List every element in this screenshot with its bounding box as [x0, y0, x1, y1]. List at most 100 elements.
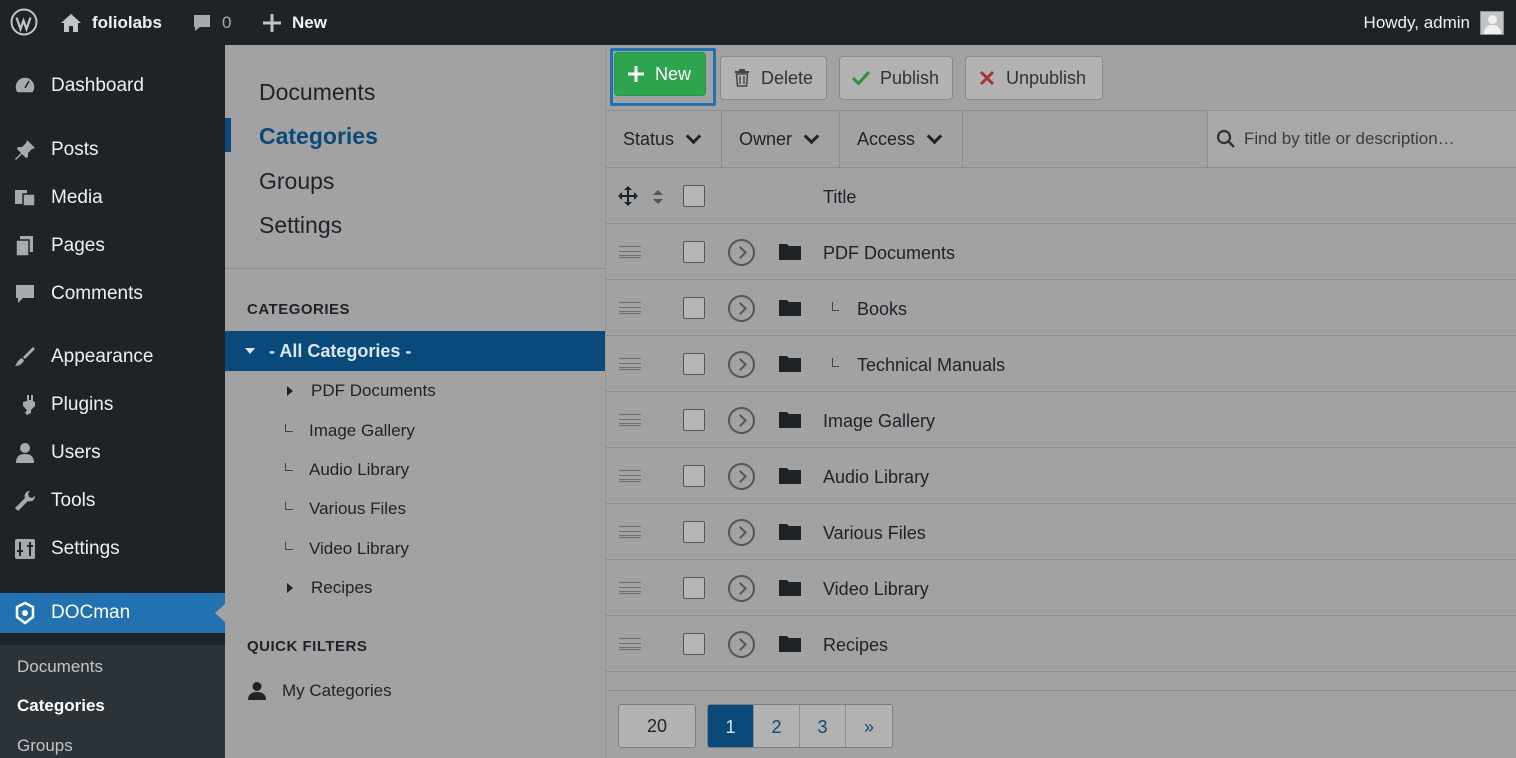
- table-row[interactable]: Audio Library: [606, 448, 1516, 504]
- page-1[interactable]: 1: [708, 705, 754, 747]
- menu-item-media[interactable]: Media: [0, 178, 225, 218]
- docman-icon: [12, 600, 38, 626]
- table-row[interactable]: PDF Documents: [606, 224, 1516, 280]
- chevron-right-circle-icon[interactable]: [728, 519, 755, 546]
- row-title[interactable]: Recipes: [823, 635, 888, 656]
- tree-item-recipes[interactable]: Recipes: [285, 578, 372, 598]
- menu-item-tools[interactable]: Tools: [0, 481, 225, 521]
- title-column-header[interactable]: Title: [823, 187, 856, 208]
- drag-handle-icon[interactable]: [619, 302, 641, 314]
- tree-all-categories[interactable]: - All Categories -: [225, 331, 605, 371]
- drag-handle-icon[interactable]: [619, 582, 641, 594]
- drag-handle-icon[interactable]: [619, 358, 641, 370]
- row-checkbox[interactable]: [683, 297, 705, 319]
- home-icon: [61, 13, 81, 32]
- row-checkbox[interactable]: [683, 577, 705, 599]
- comments-link[interactable]: 0: [192, 0, 231, 45]
- toolbar: New Delete Publish Unpublish: [606, 45, 1516, 111]
- account-menu[interactable]: Howdy, admin: [1364, 0, 1504, 45]
- drag-handle-icon[interactable]: [619, 414, 641, 426]
- row-title[interactable]: Image Gallery: [823, 411, 935, 432]
- select-all-checkbox[interactable]: [683, 185, 705, 207]
- table-row[interactable]: Image Gallery: [606, 392, 1516, 448]
- menu-item-pages[interactable]: Pages: [0, 226, 225, 266]
- caret-right-icon[interactable]: [287, 583, 293, 593]
- publish-button[interactable]: Publish: [839, 56, 953, 100]
- new-content-link[interactable]: New: [262, 0, 327, 45]
- owner-filter-label: Owner: [739, 128, 793, 149]
- status-filter[interactable]: Status: [606, 111, 722, 167]
- table-row[interactable]: Various Files: [606, 504, 1516, 560]
- drag-handle-icon[interactable]: [619, 638, 641, 650]
- row-title[interactable]: Various Files: [823, 523, 926, 544]
- menu-item-dashboard[interactable]: Dashboard: [0, 66, 225, 106]
- row-checkbox[interactable]: [683, 353, 705, 375]
- nav-groups[interactable]: Groups: [259, 168, 334, 195]
- drag-handle-icon[interactable]: [619, 526, 641, 538]
- row-title[interactable]: Audio Library: [823, 467, 929, 488]
- wordpress-logo-icon[interactable]: [10, 8, 38, 36]
- tree-item-pdf-documents[interactable]: PDF Documents: [285, 381, 436, 401]
- page-next[interactable]: »: [846, 705, 892, 747]
- page-3[interactable]: 3: [800, 705, 846, 747]
- new-button[interactable]: New: [614, 52, 706, 96]
- submenu-categories[interactable]: Categories: [17, 696, 105, 716]
- tree-item-video-library[interactable]: Video Library: [285, 539, 409, 559]
- caret-down-icon[interactable]: [245, 348, 255, 354]
- row-title[interactable]: PDF Documents: [823, 243, 955, 264]
- per-page-select[interactable]: 20: [618, 704, 696, 748]
- chevron-right-circle-icon[interactable]: [728, 575, 755, 602]
- chevron-right-circle-icon[interactable]: [728, 631, 755, 658]
- drag-handle-icon[interactable]: [619, 470, 641, 482]
- nav-categories[interactable]: Categories: [259, 123, 378, 150]
- row-title[interactable]: Books: [857, 299, 907, 320]
- quick-filter-my-categories[interactable]: My Categories: [247, 681, 392, 701]
- row-checkbox[interactable]: [683, 409, 705, 431]
- plus-icon: [263, 13, 281, 32]
- table-row[interactable]: Recipes: [606, 616, 1516, 672]
- unpublish-button[interactable]: Unpublish: [965, 56, 1103, 100]
- caret-right-icon[interactable]: [287, 386, 293, 396]
- search-input[interactable]: [1244, 129, 1504, 149]
- menu-item-posts[interactable]: Posts: [0, 130, 225, 170]
- delete-button[interactable]: Delete: [720, 56, 827, 100]
- chevron-right-circle-icon[interactable]: [728, 351, 755, 378]
- row-checkbox[interactable]: [683, 241, 705, 263]
- nav-documents[interactable]: Documents: [259, 79, 375, 106]
- row-title[interactable]: Video Library: [823, 579, 929, 600]
- menu-item-docman[interactable]: DOCman: [0, 593, 225, 633]
- brush-icon: [12, 344, 38, 370]
- menu-item-comments[interactable]: Comments: [0, 274, 225, 314]
- row-checkbox[interactable]: [683, 633, 705, 655]
- page-2[interactable]: 2: [754, 705, 800, 747]
- row-checkbox[interactable]: [683, 521, 705, 543]
- table-footer: 20 1 2 3 »: [606, 690, 1516, 758]
- site-name-link[interactable]: foliolabs: [60, 0, 162, 45]
- chevron-right-circle-icon[interactable]: [728, 407, 755, 434]
- sort-icon[interactable]: [652, 189, 664, 205]
- submenu-groups[interactable]: Groups: [17, 736, 73, 756]
- table-row[interactable]: Technical Manuals: [606, 336, 1516, 392]
- row-checkbox[interactable]: [683, 465, 705, 487]
- row-title[interactable]: Technical Manuals: [857, 355, 1005, 376]
- drag-handle-icon[interactable]: [619, 246, 641, 258]
- move-icon[interactable]: [618, 186, 638, 206]
- owner-filter[interactable]: Owner: [722, 111, 840, 167]
- table-header: Title: [606, 168, 1516, 224]
- nav-settings[interactable]: Settings: [259, 212, 342, 239]
- access-filter[interactable]: Access: [840, 111, 963, 167]
- chevron-right-circle-icon[interactable]: [728, 239, 755, 266]
- menu-item-appearance[interactable]: Appearance: [0, 337, 225, 377]
- menu-item-settings[interactable]: Settings: [0, 529, 225, 569]
- table-row[interactable]: Books: [606, 280, 1516, 336]
- tree-item-image-gallery[interactable]: Image Gallery: [285, 421, 415, 441]
- menu-item-users[interactable]: Users: [0, 433, 225, 473]
- dashboard-icon: [12, 73, 38, 99]
- chevron-right-circle-icon[interactable]: [728, 463, 755, 490]
- tree-item-various-files[interactable]: Various Files: [285, 499, 406, 519]
- table-row[interactable]: Video Library: [606, 560, 1516, 616]
- menu-item-plugins[interactable]: Plugins: [0, 385, 225, 425]
- submenu-documents[interactable]: Documents: [17, 657, 103, 677]
- tree-item-audio-library[interactable]: Audio Library: [285, 460, 409, 480]
- chevron-right-circle-icon[interactable]: [728, 295, 755, 322]
